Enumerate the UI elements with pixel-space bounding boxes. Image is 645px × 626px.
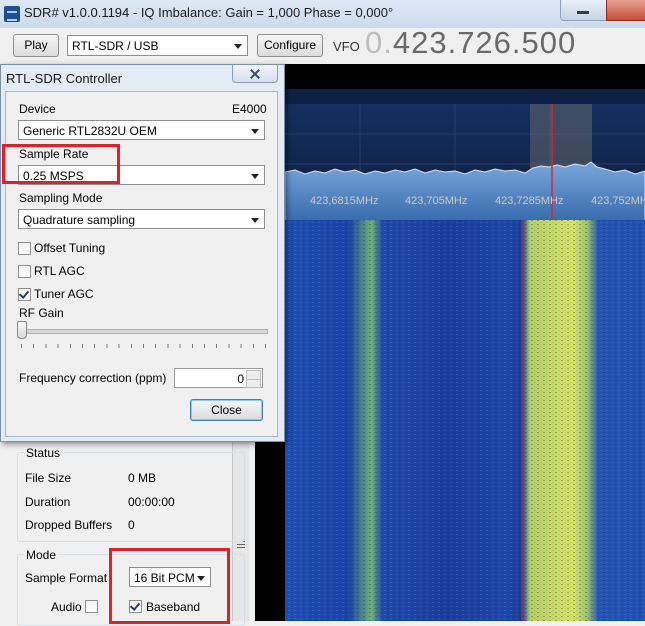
device-label: Device (19, 102, 56, 116)
rtl-sdr-controller-dialog: RTL-SDR Controller Device E4000 Generic … (0, 64, 285, 442)
vfo-prefix: 0. (365, 25, 393, 60)
freq-axis-label: 423,705MHz (405, 195, 468, 207)
configure-button[interactable]: Configure (257, 34, 323, 57)
freq-axis-label: 423,6815MHz (310, 195, 379, 207)
chevron-down-icon (251, 129, 259, 134)
dialog-body: Device E4000 Generic RTL2832U OEM Sample… (5, 91, 278, 437)
status-group-title: Status (24, 446, 63, 460)
highlight-box (109, 548, 230, 624)
highlight-box (2, 144, 120, 184)
rf-gain-ticks (21, 344, 266, 348)
app-icon (4, 6, 20, 22)
duration-label: Duration (25, 495, 71, 509)
chevron-down-icon (251, 174, 259, 179)
rf-gain-label: RF Gain (19, 306, 64, 320)
device-select[interactable]: Generic RTL2832U OEM (18, 120, 265, 140)
audio-checkbox[interactable] (85, 600, 98, 613)
rf-gain-slider-track[interactable] (19, 329, 268, 334)
file-size-label: File Size (25, 471, 72, 485)
toolbar: Play RTL-SDR / USB Configure VFO 0.423.7… (0, 25, 645, 64)
window-title: SDR# v1.0.0.1194 - IQ Imbalance: Gain = … (24, 5, 394, 20)
rtl-agc-label: RTL AGC (34, 264, 85, 278)
dialog-close-button[interactable]: Close (190, 399, 263, 421)
chevron-down-icon (234, 44, 242, 49)
tuner-agc-checkbox[interactable] (18, 288, 31, 301)
mode-group-title: Mode (24, 548, 59, 562)
duration-value: 00:00:00 (128, 495, 175, 509)
dialog-title: RTL-SDR Controller (6, 71, 123, 86)
source-select[interactable]: RTL-SDR / USB (67, 35, 248, 56)
rtl-agc-checkbox[interactable] (18, 265, 31, 278)
sample-format-label: Sample Format (25, 571, 108, 585)
offset-tuning-label: Offset Tuning (34, 241, 106, 255)
play-button[interactable]: Play (13, 34, 59, 57)
tuner-agc-label: Tuner AGC (34, 287, 94, 301)
sampling-mode-value: Quadrature sampling (23, 213, 136, 227)
freq-correction-input[interactable]: 0 (174, 368, 263, 388)
vfo-digits: 423.726.500 (392, 25, 577, 60)
freq-correction-value: 0 (237, 372, 244, 386)
chevron-down-icon (251, 218, 259, 223)
waterfall-display[interactable] (285, 220, 645, 621)
rf-gain-slider-thumb[interactable] (17, 321, 27, 339)
vfo-frequency-display[interactable]: 0.423.726.500 (365, 25, 576, 61)
window-close-button[interactable] (606, 0, 645, 21)
minimize-button[interactable] (560, 0, 607, 21)
sampling-mode-label: Sampling Mode (19, 191, 103, 205)
device-tuner-label: E4000 (232, 102, 267, 116)
file-size-value: 0 MB (128, 471, 157, 485)
freq-axis-label: 423,752MHz (591, 195, 645, 207)
offset-tuning-checkbox[interactable] (18, 242, 31, 255)
dialog-close-icon[interactable] (232, 65, 278, 83)
freq-axis-label: 423,7285MHz (495, 195, 564, 207)
sampling-mode-select[interactable]: Quadrature sampling (18, 209, 265, 229)
audio-label: Audio (51, 600, 82, 614)
dropped-buffers-value: 0 (128, 518, 135, 532)
vfo-label: VFO (333, 39, 360, 54)
source-value: RTL-SDR / USB (72, 39, 159, 53)
freq-correction-label: Frequency correction (ppm) (19, 371, 167, 385)
spectrum-display[interactable]: 423,6815MHz 423,705MHz 423,7285MHz 423,7… (255, 64, 645, 621)
device-value: Generic RTL2832U OEM (23, 124, 157, 138)
spin-down-icon[interactable] (246, 379, 261, 388)
dropped-buffers-label: Dropped Buffers (25, 518, 113, 532)
